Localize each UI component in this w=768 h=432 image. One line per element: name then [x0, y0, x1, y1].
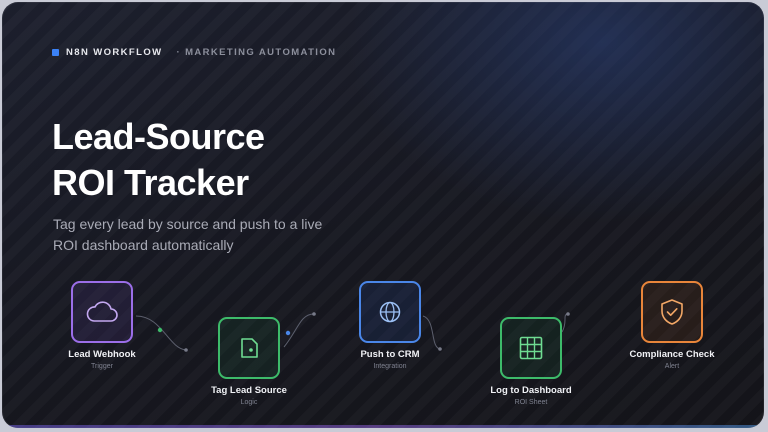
hero-card: N8N WORKFLOW · MARKETING AUTOMATION Lead… [2, 2, 764, 428]
shield-check-icon [661, 299, 683, 325]
node-compliance-check[interactable]: Compliance Check Alert [612, 281, 732, 370]
node-tag-lead-source[interactable]: Tag Lead Source Logic [189, 317, 309, 406]
node-name: Compliance Check [629, 349, 715, 360]
node-type: ROI Sheet [514, 399, 548, 406]
node-box[interactable] [641, 281, 703, 343]
node-name: Log to Dashboard [490, 385, 572, 396]
connector-2-end [312, 312, 316, 316]
node-lead-webhook[interactable]: Lead Webhook Trigger [42, 281, 162, 370]
cloud-icon [86, 301, 118, 322]
node-name: Lead Webhook [68, 349, 136, 360]
node-type: Logic [240, 399, 258, 406]
node-name: Push to CRM [360, 349, 420, 360]
node-box[interactable] [359, 281, 421, 343]
node-log-to-dashboard[interactable]: Log to Dashboard ROI Sheet [471, 317, 591, 406]
tag-icon [241, 338, 258, 358]
node-box[interactable] [71, 281, 133, 343]
connector-4-end [566, 312, 570, 316]
node-type: Integration [373, 363, 407, 370]
connector-1-end [184, 348, 188, 352]
grid-icon [519, 336, 543, 360]
globe-icon [379, 301, 401, 323]
node-type: Trigger [91, 363, 113, 370]
node-box[interactable] [500, 317, 562, 379]
node-box[interactable] [218, 317, 280, 379]
node-type: Alert [664, 363, 680, 370]
node-name: Tag Lead Source [211, 385, 287, 396]
node-push-to-crm[interactable]: Push to CRM Integration [330, 281, 450, 370]
